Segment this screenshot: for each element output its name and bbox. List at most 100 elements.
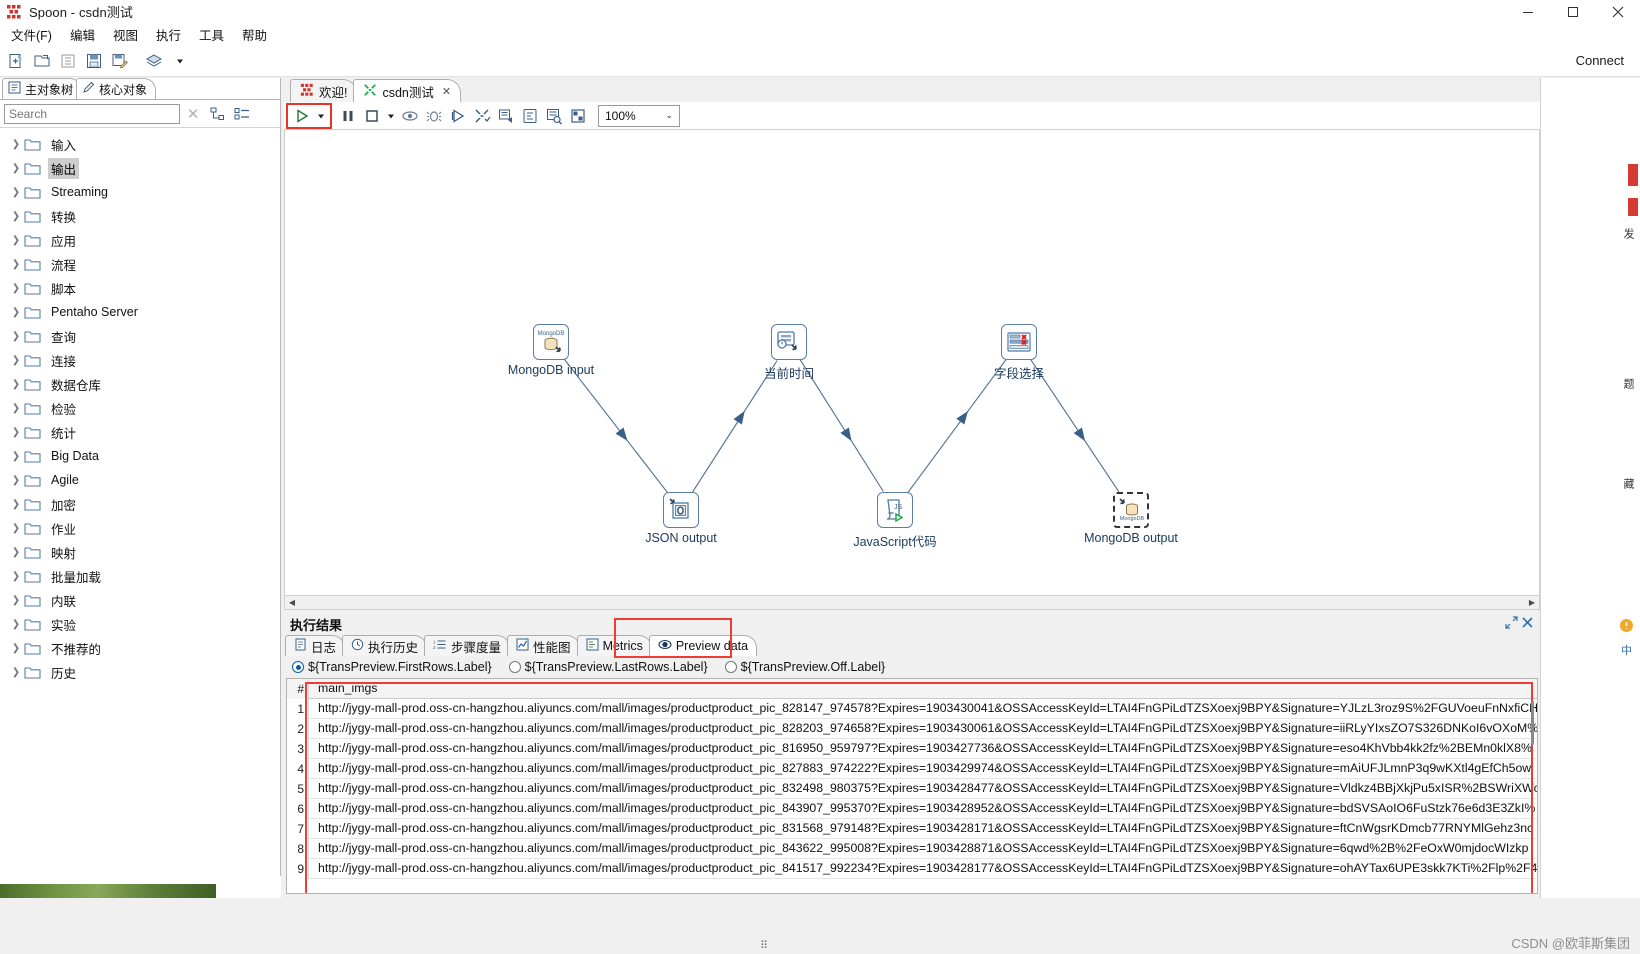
row-value[interactable]: http://jygy-mall-prod.oss-cn-hangzhou.al… — [309, 719, 1537, 738]
chevron-right-icon[interactable]: ❯ — [8, 427, 24, 438]
open-icon[interactable] — [29, 48, 55, 74]
minimize-icon[interactable] — [1505, 0, 1550, 24]
save-icon[interactable] — [81, 48, 107, 74]
chevron-right-icon[interactable]: ❯ — [8, 451, 24, 462]
explorer-icon[interactable] — [55, 48, 81, 74]
menu-view[interactable]: 视图 — [104, 23, 147, 46]
run-icon[interactable] — [290, 104, 314, 128]
preview-radio-2[interactable]: ${TransPreview.Off.Label} — [724, 660, 885, 674]
scroll-left-icon[interactable]: ◀ — [285, 598, 299, 607]
tree-item-20[interactable]: ❯ 实验 — [0, 612, 280, 636]
chevron-right-icon[interactable]: ❯ — [8, 235, 24, 246]
grid-vertical-scroll-thumb[interactable] — [1531, 701, 1534, 745]
tab-csdn-test[interactable]: csdn测试 ✕ — [353, 79, 462, 102]
canvas-node-javascript-code[interactable]: JS JavaScript代码 — [845, 492, 945, 550]
radio-dot[interactable] — [508, 661, 521, 673]
chinese-toggle-icon[interactable]: 中 — [1621, 642, 1632, 658]
canvas-node-current-time[interactable]: 当前时间 — [739, 324, 839, 382]
close-panel-icon[interactable] — [1521, 616, 1534, 632]
sql-icon[interactable] — [518, 104, 542, 128]
table-row[interactable]: 4 http://jygy-mall-prod.oss-cn-hangzhou.a… — [287, 758, 1537, 779]
tree-item-22[interactable]: ❯ 历史 — [0, 660, 280, 684]
row-value[interactable]: http://jygy-mall-prod.oss-cn-hangzhou.al… — [309, 859, 1537, 878]
search-input[interactable] — [4, 103, 180, 124]
save-as-icon[interactable] — [107, 48, 133, 74]
tree-item-5[interactable]: ❯ 流程 — [0, 252, 280, 276]
grid-header-main-imgs[interactable]: main_imgs — [309, 679, 1537, 698]
replay-icon[interactable] — [446, 104, 470, 128]
notification-icon[interactable] — [1619, 618, 1634, 636]
chevron-right-icon[interactable]: ❯ — [8, 619, 24, 630]
row-value[interactable]: http://jygy-mall-prod.oss-cn-hangzhou.al… — [309, 839, 1537, 858]
tree-item-9[interactable]: ❯ 连接 — [0, 348, 280, 372]
preview-radio-0[interactable]: ${TransPreview.FirstRows.Label} — [292, 660, 492, 674]
zoom-level-select[interactable]: 100% ⌄ — [598, 104, 680, 127]
table-row[interactable]: 1 http://jygy-mall-prod.oss-cn-hangzhou.a… — [287, 698, 1537, 719]
row-value[interactable]: http://jygy-mall-prod.oss-cn-hangzhou.al… — [309, 699, 1537, 718]
table-row[interactable]: 7 http://jygy-mall-prod.oss-cn-hangzhou.a… — [287, 818, 1537, 839]
chevron-right-icon[interactable]: ❯ — [8, 331, 24, 342]
canvas-node-mongodb-output[interactable]: MongoDB MongoDB output — [1081, 492, 1181, 545]
table-row[interactable]: 2 http://jygy-mall-prod.oss-cn-hangzhou.a… — [287, 718, 1537, 739]
chevron-right-icon[interactable]: ❯ — [8, 283, 24, 294]
table-row[interactable]: 6 http://jygy-mall-prod.oss-cn-hangzhou.a… — [287, 798, 1537, 819]
tree-item-3[interactable]: ❯ 转换 — [0, 204, 280, 228]
chevron-right-icon[interactable]: ❯ — [8, 595, 24, 606]
tree-item-7[interactable]: ❯ Pentaho Server — [0, 300, 280, 324]
row-value[interactable]: http://jygy-mall-prod.oss-cn-hangzhou.al… — [309, 819, 1537, 838]
chevron-right-icon[interactable]: ❯ — [8, 139, 24, 150]
chevron-right-icon[interactable]: ❯ — [8, 211, 24, 222]
tab-welcome[interactable]: 欢迎! — [290, 79, 358, 102]
close-icon[interactable] — [1595, 0, 1640, 24]
run-dropdown-caret-icon[interactable] — [314, 104, 328, 128]
analyze-icon[interactable] — [494, 104, 518, 128]
stop-dropdown-caret-icon[interactable] — [384, 104, 398, 128]
canvas-node-json-output[interactable]: JSON output — [631, 492, 731, 545]
tree-item-0[interactable]: ❯ 输入 — [0, 132, 280, 156]
chevron-right-icon[interactable]: ❯ — [8, 187, 24, 198]
chevron-right-icon[interactable]: ❯ — [8, 403, 24, 414]
layers-icon[interactable] — [141, 48, 167, 74]
row-value[interactable]: http://jygy-mall-prod.oss-cn-hangzhou.al… — [309, 799, 1537, 818]
tree-item-13[interactable]: ❯ Big Data — [0, 444, 280, 468]
preview-data-grid[interactable]: # main_imgs 1 http://jygy-mall-prod.oss-cn-… — [286, 678, 1538, 894]
tree-item-1[interactable]: ❯ 输出 — [0, 156, 280, 180]
tree-item-2[interactable]: ❯ Streaming — [0, 180, 280, 204]
transformation-canvas[interactable]: MongoDB MongoDB input 当前时间 字段选择 JSON output J… — [284, 130, 1540, 596]
results-tab-3[interactable]: 性能图 — [507, 635, 580, 656]
tree-item-12[interactable]: ❯ 统计 — [0, 420, 280, 444]
show-grid-icon[interactable] — [566, 104, 590, 128]
table-row[interactable]: 5 http://jygy-mall-prod.oss-cn-hangzhou.a… — [287, 778, 1537, 799]
results-tab-2[interactable]: 1 2 步骤度量 — [424, 635, 511, 656]
preview-eye-icon[interactable] — [398, 104, 422, 128]
new-icon[interactable] — [3, 48, 29, 74]
tree-item-14[interactable]: ❯ Agile — [0, 468, 280, 492]
chevron-right-icon[interactable]: ❯ — [8, 259, 24, 270]
chevron-right-icon[interactable]: ❯ — [8, 499, 24, 510]
menu-file[interactable]: 文件(F) — [2, 23, 61, 46]
tree-item-17[interactable]: ❯ 映射 — [0, 540, 280, 564]
radio-dot[interactable] — [292, 661, 304, 673]
clear-x-icon[interactable]: ✕ — [180, 103, 206, 125]
tab-main-object-tree[interactable]: 主对象树 — [2, 78, 83, 99]
chevron-right-icon[interactable]: ❯ — [8, 475, 24, 486]
expand-all-icon[interactable] — [206, 103, 230, 125]
row-value[interactable]: http://jygy-mall-prod.oss-cn-hangzhou.al… — [309, 739, 1537, 758]
tree-item-10[interactable]: ❯ 数据仓库 — [0, 372, 280, 396]
dropdown-caret-icon[interactable] — [167, 48, 193, 74]
row-value[interactable]: http://jygy-mall-prod.oss-cn-hangzhou.al… — [309, 759, 1537, 778]
tree-item-6[interactable]: ❯ 脚本 — [0, 276, 280, 300]
chevron-right-icon[interactable]: ❯ — [8, 523, 24, 534]
menu-help[interactable]: 帮助 — [233, 23, 276, 46]
canvas-node-field-select[interactable]: 字段选择 — [969, 324, 1069, 382]
resize-grip-icon[interactable]: ⠿ — [760, 939, 768, 952]
tree-item-16[interactable]: ❯ 作业 — [0, 516, 280, 540]
chevron-right-icon[interactable]: ❯ — [8, 307, 24, 318]
tree-item-19[interactable]: ❯ 内联 — [0, 588, 280, 612]
table-row[interactable]: 9 http://jygy-mall-prod.oss-cn-hangzhou.a… — [287, 858, 1537, 879]
tree-item-11[interactable]: ❯ 检验 — [0, 396, 280, 420]
tree-item-15[interactable]: ❯ 加密 — [0, 492, 280, 516]
chevron-right-icon[interactable]: ❯ — [8, 571, 24, 582]
pause-icon[interactable] — [336, 104, 360, 128]
scroll-right-icon[interactable]: ▶ — [1525, 598, 1539, 607]
